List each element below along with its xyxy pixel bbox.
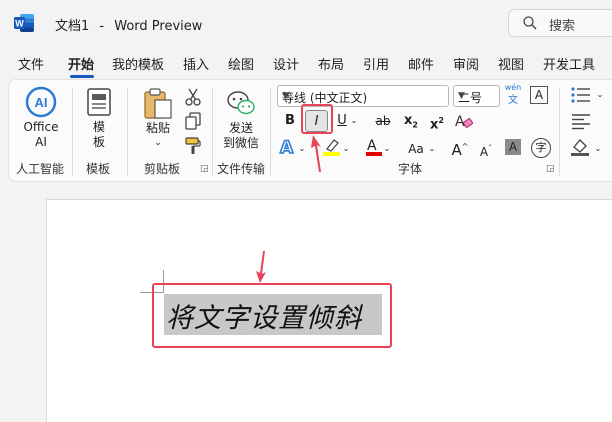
svg-text:A: A	[455, 114, 465, 130]
svg-text:A: A	[367, 138, 377, 154]
app-name: Word Preview	[114, 19, 203, 34]
tab-insert[interactable]: 插入	[183, 54, 209, 73]
group-label-ai: 人工智能	[16, 162, 65, 176]
office-ai-label: Office AI	[22, 120, 60, 150]
send-line1: 发送	[228, 121, 253, 135]
text-effects-icon[interactable]: A	[279, 137, 297, 157]
grow-font-button[interactable]: A^	[450, 136, 470, 159]
word-logo-icon: W	[14, 14, 34, 32]
group-label-clipboard: 剪贴板	[144, 162, 181, 176]
highlight-dropdown-icon[interactable]: ⌄	[341, 138, 351, 160]
phonetic-top: wén	[504, 83, 522, 92]
shrink-font-button[interactable]: Aˇ	[477, 138, 495, 160]
bold-button[interactable]: B	[280, 110, 300, 132]
highlighter-icon[interactable]	[322, 137, 342, 157]
templates-label: 模 板	[90, 120, 108, 150]
shading-dropdown-icon[interactable]: ⌄	[593, 138, 603, 160]
arrow-up-annotation-icon	[311, 135, 321, 172]
arrow-down-annotation-icon	[256, 251, 266, 283]
search-placeholder: 搜索	[549, 19, 576, 34]
send-line2: 到微信	[222, 136, 259, 150]
paste-dropdown-icon[interactable]: ⌄	[153, 136, 163, 151]
wechat-icon	[227, 91, 255, 115]
group-label-file-transfer: 文件传输	[217, 162, 266, 176]
shrink-arrow-icon: ˇ	[488, 144, 493, 153]
italic-highlight-box	[301, 104, 333, 134]
tab-design[interactable]: 设计	[273, 54, 299, 73]
ribbon-tabs: 文件 开始 我的模板 插入 绘图 设计 布局 引用 邮件 审阅 视图 开发工具	[0, 48, 612, 78]
shrink-font-letter: A	[479, 145, 489, 159]
strikethrough-button[interactable]: ab	[372, 110, 394, 132]
tab-layout[interactable]: 布局	[318, 54, 344, 73]
tab-view[interactable]: 视图	[498, 54, 524, 73]
svg-text:AI: AI	[35, 95, 48, 110]
paragraph-shading-icon[interactable]	[570, 137, 592, 157]
search-box[interactable]: 搜索	[508, 9, 612, 37]
group-separator	[270, 88, 271, 176]
font-color-icon[interactable]: A	[365, 137, 383, 157]
cut-icon[interactable]	[185, 88, 201, 106]
subscript-button[interactable]: x2	[402, 110, 420, 132]
change-case-button[interactable]: Aa	[404, 138, 428, 160]
bullets-icon[interactable]	[571, 86, 591, 104]
chevron-down-icon: ▼	[282, 91, 289, 101]
font-launcher-icon[interactable]: ◲	[546, 164, 555, 174]
font-size-select[interactable]: 二号 ▼	[453, 85, 500, 107]
subscript-mark: 2	[412, 120, 418, 130]
svg-text:W: W	[15, 19, 24, 29]
tab-references[interactable]: 引用	[363, 54, 389, 73]
search-icon	[523, 16, 537, 30]
tab-my-templates[interactable]: 我的模板	[112, 54, 164, 73]
group-label-font: 字体	[398, 162, 423, 176]
character-border-button[interactable]: A	[530, 86, 548, 104]
send-to-wechat-label: 发送 到微信	[221, 121, 261, 151]
doc-name: 文档1	[55, 19, 90, 34]
title-bar: W 文档1 - Word Preview 搜索	[0, 0, 612, 46]
tab-file[interactable]: 文件	[18, 54, 44, 73]
templates-line2: 板	[92, 135, 105, 149]
clear-formatting-icon[interactable]: A	[454, 111, 474, 131]
format-painter-icon[interactable]	[184, 137, 202, 155]
clipboard-launcher-icon[interactable]: ◲	[200, 164, 209, 174]
group-separator	[72, 88, 73, 176]
copy-icon[interactable]	[185, 112, 201, 130]
group-separator	[127, 88, 128, 176]
document-title: 文档1 - Word Preview	[55, 15, 202, 34]
grow-arrow-icon: ^	[461, 142, 469, 151]
office-ai-icon: AI	[25, 86, 57, 118]
tab-home[interactable]: 开始	[68, 54, 94, 73]
paste-icon	[144, 88, 172, 119]
tab-mailings[interactable]: 邮件	[408, 54, 434, 73]
font-color-dropdown-icon[interactable]: ⌄	[382, 138, 392, 160]
superscript-button[interactable]: x2	[428, 110, 446, 132]
templates-line1: 模	[92, 120, 105, 134]
change-case-dropdown-icon[interactable]: ⌄	[427, 138, 437, 160]
underline-dropdown-icon[interactable]: ⌄	[349, 110, 359, 132]
office-ai-line2: AI	[35, 135, 47, 149]
paste-label: 粘贴	[145, 121, 170, 135]
group-label-templates: 模板	[86, 162, 111, 176]
enclose-characters-button[interactable]: 字	[531, 138, 551, 158]
template-icon	[87, 88, 111, 116]
tab-developer[interactable]: 开发工具	[543, 54, 595, 73]
group-separator	[559, 88, 560, 176]
group-separator	[212, 88, 213, 176]
svg-text:A: A	[280, 138, 294, 157]
tab-draw[interactable]: 绘图	[228, 54, 254, 73]
text-effects-dropdown-icon[interactable]: ⌄	[297, 138, 307, 160]
title-separator: -	[99, 19, 105, 34]
office-ai-line1: Office	[23, 120, 59, 134]
active-tab-indicator	[70, 75, 94, 78]
tab-review[interactable]: 审阅	[453, 54, 479, 73]
superscript-mark: 2	[438, 116, 444, 125]
text-highlight-box	[152, 283, 392, 348]
phonetic-bottom: 文	[508, 95, 518, 106]
character-shading-button[interactable]: A	[505, 139, 521, 155]
grow-font-letter: A	[451, 141, 462, 159]
bullets-dropdown-icon[interactable]: ⌄	[595, 84, 605, 106]
align-left-icon[interactable]	[571, 112, 591, 130]
chevron-down-icon: ▼	[458, 91, 465, 101]
